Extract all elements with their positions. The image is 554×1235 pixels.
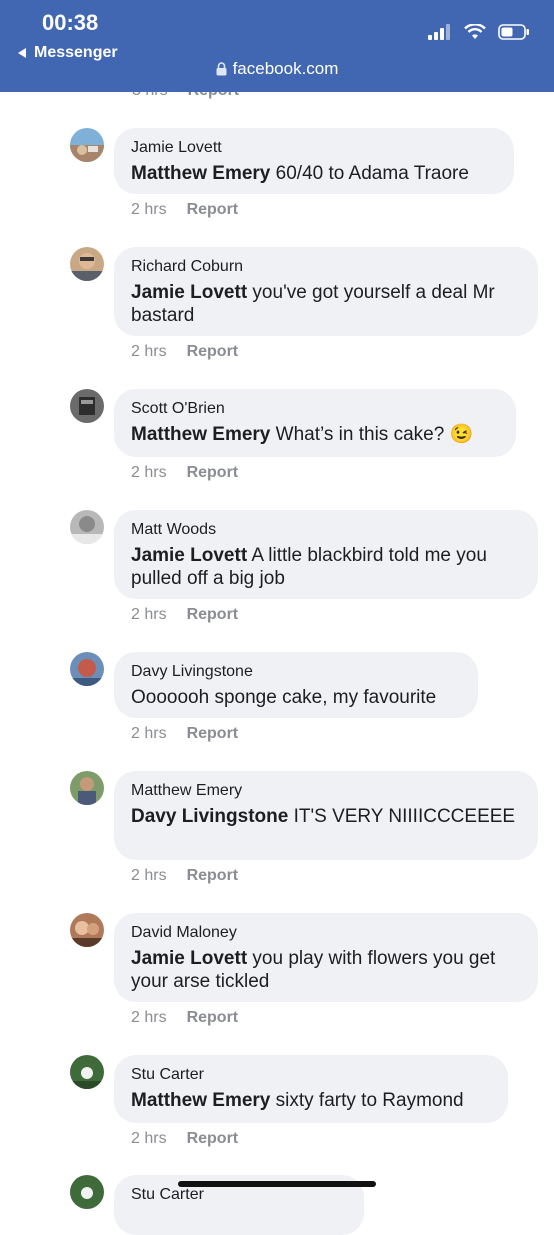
mention[interactable]: Davy Livingstone — [131, 806, 288, 827]
top-bar: 00:38 Messenger facebook.com — [0, 0, 554, 92]
comment-body: What’s in this cake? 😉 — [270, 424, 474, 445]
lock-icon — [216, 62, 227, 76]
comment-author[interactable]: Jamie Lovett — [131, 137, 498, 159]
comment-author[interactable]: David Maloney — [131, 922, 522, 944]
report-link[interactable]: Report — [187, 1130, 239, 1147]
avatar[interactable] — [70, 389, 104, 423]
comment-author[interactable]: Richard Coburn — [131, 256, 522, 278]
comment-author[interactable]: Matthew Emery — [131, 780, 522, 802]
report-link[interactable]: Report — [187, 725, 239, 742]
comment-text: Jamie Lovett you play with flowers you g… — [131, 947, 522, 993]
report-link[interactable]: Report — [187, 464, 239, 481]
comment-text: Ooooooh sponge cake, my favourite — [131, 686, 462, 709]
comment-text: Jamie Lovett you've got yourself a deal … — [131, 281, 522, 327]
comment-bubble: Matt Woods Jamie Lovett A little blackbi… — [114, 510, 538, 599]
comment-body: IT'S VERY NIIIICCCEEEE — [288, 806, 516, 827]
comment-time[interactable]: 2 hrs — [131, 464, 167, 481]
comment-bubble: Davy Livingstone Ooooooh sponge cake, my… — [114, 652, 478, 718]
comment-meta: 2 hrs Report — [131, 867, 238, 885]
comment-text: Matthew Emery 60/40 to Adama Traore — [131, 162, 498, 185]
mention[interactable]: Jamie Lovett — [131, 948, 247, 969]
mention[interactable]: Matthew Emery — [131, 424, 270, 445]
comment-body: sixty farty to Raymond — [270, 1090, 464, 1111]
comment-meta: 2 hrs Report — [131, 464, 238, 482]
comment-bubble: Richard Coburn Jamie Lovett you've got y… — [114, 247, 538, 336]
avatar[interactable] — [70, 1175, 104, 1209]
comment-author[interactable]: Scott O'Brien — [131, 398, 500, 420]
comment-time[interactable]: 2 hrs — [131, 1130, 167, 1147]
url-text: facebook.com — [232, 59, 339, 78]
home-indicator[interactable] — [178, 1181, 376, 1187]
mention[interactable]: Matthew Emery — [131, 1090, 270, 1111]
report-link[interactable]: Report — [187, 606, 239, 623]
comment-bubble: Jamie Lovett Matthew Emery 60/40 to Adam… — [114, 128, 514, 194]
avatar[interactable] — [70, 652, 104, 686]
comment-time[interactable]: 2 hrs — [131, 725, 167, 742]
comment-meta: 2 hrs Report — [131, 201, 238, 219]
comment-time[interactable]: 2 hrs — [131, 343, 167, 360]
comment-meta: 2 hrs Report — [131, 1009, 238, 1027]
report-link[interactable]: Report — [187, 1009, 239, 1026]
comment-body: Ooooooh sponge cake, my favourite — [131, 687, 437, 708]
comment-meta: 2 hrs Report — [131, 343, 238, 361]
signal-icon — [428, 24, 450, 40]
comment-author[interactable]: Stu Carter — [131, 1184, 348, 1206]
wifi-icon — [464, 24, 486, 39]
comment-time[interactable]: 2 hrs — [131, 201, 167, 218]
avatar[interactable] — [70, 247, 104, 281]
comment-author[interactable]: Davy Livingstone — [131, 661, 462, 683]
mention[interactable]: Jamie Lovett — [131, 282, 247, 303]
comment-text: Matthew Emery sixty farty to Raymond — [131, 1089, 492, 1112]
battery-icon — [498, 24, 529, 40]
comment-time[interactable]: 2 hrs — [131, 867, 167, 884]
comment-bubble: David Maloney Jamie Lovett you play with… — [114, 913, 538, 1002]
report-link[interactable]: Report — [187, 867, 239, 884]
avatar[interactable] — [70, 128, 104, 162]
back-arrow-icon — [18, 48, 26, 58]
comment-author[interactable]: Matt Woods — [131, 519, 522, 541]
mention[interactable]: Matthew Emery — [131, 163, 270, 184]
comment-text: Jamie Lovett A little blackbird told me … — [131, 544, 522, 590]
comment-time[interactable]: 2 hrs — [131, 606, 167, 623]
comment-text: Matthew Emery What’s in this cake? 😉 — [131, 423, 500, 446]
report-link[interactable]: Report — [187, 343, 239, 360]
avatar[interactable] — [70, 1055, 104, 1089]
comment-author[interactable]: Stu Carter — [131, 1064, 492, 1086]
status-icons — [428, 24, 530, 40]
comment-time[interactable]: 2 hrs — [131, 1009, 167, 1026]
comment-text: Davy Livingstone IT'S VERY NIIIICCCEEEE — [131, 805, 522, 828]
report-link[interactable]: Report — [187, 201, 239, 218]
comment-bubble: Scott O'Brien Matthew Emery What’s in th… — [114, 389, 516, 457]
comment-body: 60/40 to Adama Traore — [270, 163, 469, 184]
avatar[interactable] — [70, 771, 104, 805]
mention[interactable]: Jamie Lovett — [131, 545, 247, 566]
url-bar[interactable]: facebook.com — [0, 59, 554, 79]
avatar[interactable] — [70, 913, 104, 947]
comment-bubble: Stu Carter Matthew Emery sixty farty to … — [114, 1055, 508, 1123]
avatar[interactable] — [70, 510, 104, 544]
comment-meta: 2 hrs Report — [131, 725, 238, 743]
status-time: 00:38 — [42, 10, 99, 35]
comment-meta: 2 hrs Report — [131, 1130, 238, 1148]
comment-bubble: Matthew Emery Davy Livingstone IT'S VERY… — [114, 771, 538, 860]
comment-meta: 2 hrs Report — [131, 606, 238, 624]
